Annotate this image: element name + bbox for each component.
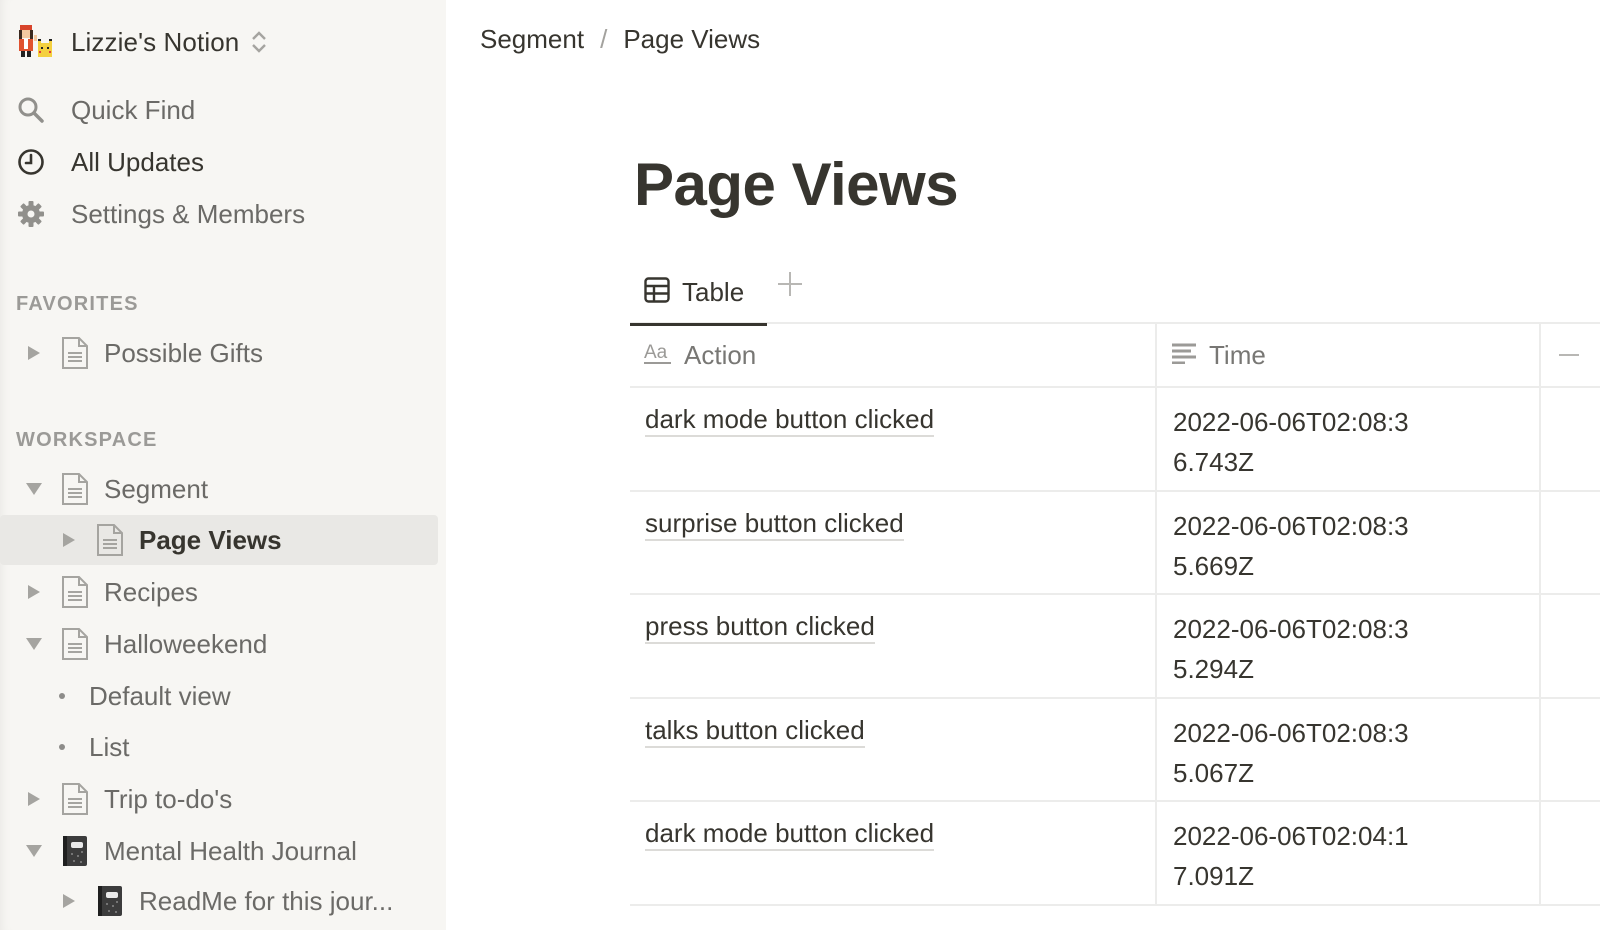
tab-label: Table	[682, 276, 745, 307]
page-icon	[60, 627, 90, 661]
tree-label: Segment	[104, 473, 209, 504]
action-cell[interactable]: dark mode button clicked	[645, 404, 935, 437]
favorites-header[interactable]: FAVORITES	[16, 293, 139, 316]
workspace-switcher[interactable]: Lizzie's Notion	[16, 22, 267, 62]
text-property-icon: Aa	[644, 341, 672, 370]
empty-cell	[1541, 388, 1600, 490]
page-icon	[60, 336, 90, 370]
view-tabs: Table	[630, 260, 1600, 326]
nav-label: Settings & Members	[71, 198, 306, 229]
search-icon	[16, 95, 46, 125]
main-content: Segment / Page Views Page Views Table Aa…	[446, 0, 1600, 930]
sidebar-item-list[interactable]: List	[0, 722, 438, 772]
empty-cell	[1541, 492, 1600, 594]
tree-label: Possible Gifts	[104, 337, 263, 368]
page-title[interactable]: Page Views	[634, 150, 959, 219]
column-header-time[interactable]: Time	[1157, 324, 1541, 386]
nav-label: All Updates	[71, 146, 204, 177]
table-row[interactable]: surprise button clicked 2022-06-06T02:08…	[630, 491, 1600, 595]
collapse-arrow-icon[interactable]	[24, 634, 44, 654]
breadcrumb-segment[interactable]: Segment	[480, 24, 584, 55]
table-row[interactable]: talks button clicked 2022-06-06T02:08:35…	[630, 698, 1600, 802]
collapse-arrow-icon[interactable]	[24, 479, 44, 499]
workspace-header[interactable]: WORKSPACE	[16, 429, 158, 452]
nav-label: Quick Find	[71, 94, 196, 125]
sidebar-item-recipes[interactable]: Recipes	[0, 567, 438, 617]
breadcrumb: Segment / Page Views	[480, 24, 760, 55]
tree-label: Page Views	[139, 524, 282, 555]
table-icon	[644, 276, 670, 308]
empty-cell	[1541, 802, 1600, 904]
expand-arrow-icon[interactable]	[24, 343, 44, 363]
tree-label: Trip to-do's	[104, 783, 233, 814]
page-icon	[60, 472, 90, 506]
sidebar-item-halloweekend[interactable]: Halloweekend	[0, 619, 438, 669]
notebook-icon	[60, 834, 90, 868]
bullet-icon	[59, 744, 65, 750]
sidebar-item-mental-health-journal[interactable]: Mental Health Journal	[0, 826, 438, 876]
nav-settings-members[interactable]: Settings & Members	[16, 192, 305, 236]
column-header-action[interactable]: Aa Action	[630, 324, 1157, 386]
sidebar-item-trip-todos[interactable]: Trip to-do's	[0, 774, 438, 824]
time-cell[interactable]: 2022-06-06T02:08:35.294Z	[1157, 595, 1427, 689]
action-cell[interactable]: dark mode button clicked	[645, 818, 935, 851]
svg-text:Aa: Aa	[644, 342, 668, 363]
empty-cell	[1541, 595, 1600, 697]
page-icon	[60, 575, 90, 609]
table-row[interactable]: press button clicked 2022-06-06T02:08:35…	[630, 595, 1600, 699]
page-icon	[95, 523, 125, 557]
sidebar-item-page-views[interactable]: Page Views	[0, 515, 438, 565]
action-cell[interactable]: press button clicked	[645, 611, 875, 644]
expand-arrow-icon[interactable]	[24, 789, 44, 809]
empty-cell	[1541, 699, 1600, 801]
action-cell[interactable]: surprise button clicked	[645, 507, 904, 541]
collapse-arrow-icon[interactable]	[24, 841, 44, 861]
column-label: Action	[684, 339, 757, 370]
tab-table[interactable]: Table	[630, 260, 767, 326]
bullet-icon	[59, 693, 65, 699]
sidebar-item-possible-gifts[interactable]: Possible Gifts	[0, 328, 438, 378]
gear-icon	[16, 199, 46, 229]
time-cell[interactable]: 2022-06-06T02:04:17.091Z	[1157, 802, 1427, 896]
action-cell[interactable]: talks button clicked	[645, 714, 865, 748]
expand-arrow-icon[interactable]	[59, 891, 79, 911]
expand-arrow-icon[interactable]	[59, 530, 79, 550]
add-column-button[interactable]	[1541, 324, 1600, 386]
workspace-avatar-icon	[16, 23, 54, 61]
nav-quick-find[interactable]: Quick Find	[16, 88, 195, 132]
tree-label: Halloweekend	[104, 628, 268, 659]
sidebar: Lizzie's Notion Quick Find All Updates S…	[0, 0, 446, 930]
notebook-icon	[95, 884, 125, 918]
clock-icon	[16, 147, 46, 177]
expand-arrow-icon[interactable]	[24, 582, 44, 602]
text-lines-icon	[1171, 342, 1197, 369]
tree-label: Mental Health Journal	[104, 835, 357, 866]
tree-label: Default view	[89, 680, 231, 711]
tree-label: List	[89, 731, 130, 762]
time-cell[interactable]: 2022-06-06T02:08:35.669Z	[1157, 492, 1427, 586]
sidebar-item-readme[interactable]: ReadMe for this jour...	[0, 876, 438, 926]
time-cell[interactable]: 2022-06-06T02:08:36.743Z	[1157, 388, 1427, 482]
nav-all-updates[interactable]: All Updates	[16, 140, 204, 184]
tree-label: ReadMe for this jour...	[139, 885, 394, 916]
tree-label: Recipes	[104, 576, 198, 607]
time-cell[interactable]: 2022-06-06T02:08:35.067Z	[1157, 699, 1427, 793]
breadcrumb-separator: /	[600, 24, 608, 54]
database-table: Aa Action Time dark mode button clicked	[630, 324, 1600, 906]
add-view-plus-icon[interactable]	[776, 270, 804, 298]
column-label: Time	[1209, 339, 1266, 370]
page-icon	[60, 782, 90, 816]
table-header-row: Aa Action Time	[630, 324, 1600, 388]
workspace-name: Lizzie's Notion	[71, 26, 240, 57]
plus-icon	[1559, 354, 1579, 356]
breadcrumb-page-views[interactable]: Page Views	[623, 24, 760, 55]
sidebar-item-segment[interactable]: Segment	[0, 464, 438, 514]
table-row[interactable]: dark mode button clicked 2022-06-06T02:0…	[630, 802, 1600, 906]
chevron-up-down-icon	[251, 29, 267, 55]
table-row[interactable]: dark mode button clicked 2022-06-06T02:0…	[630, 388, 1600, 492]
sidebar-item-default-view[interactable]: Default view	[0, 671, 438, 721]
